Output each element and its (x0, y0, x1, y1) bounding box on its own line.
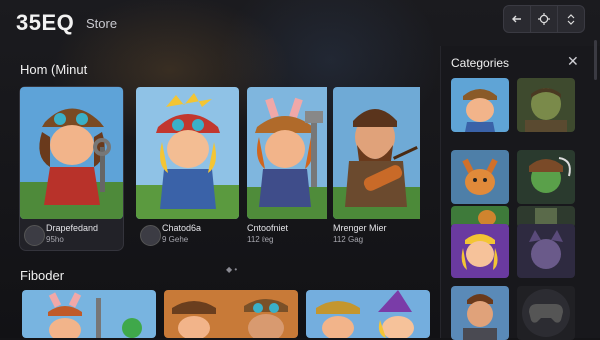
category-tile[interactable] (517, 150, 575, 204)
game-cover-image (136, 87, 239, 219)
game-title: Drapefedand (46, 223, 99, 233)
back-arrow-icon[interactable] (504, 6, 531, 32)
game-subtitle: 112 Gag (333, 235, 364, 244)
toolbar-group (503, 5, 585, 33)
game-subtitle: 112 ℓeg (247, 235, 274, 244)
section-title-featured: Hom (Minut (20, 62, 88, 77)
panel-scrollbar[interactable] (594, 40, 597, 80)
close-icon[interactable]: ✕ (567, 53, 579, 70)
top-bar: 35EQ Store (0, 0, 600, 46)
category-tile[interactable] (517, 286, 575, 340)
game-title: Chatod6a (162, 223, 202, 233)
categories-panel: Categories ✕ (441, 46, 600, 340)
category-tile[interactable] (517, 224, 575, 278)
publisher-avatar (24, 225, 45, 246)
game-title: Mrenger Mier (333, 223, 387, 233)
chevron-icon[interactable] (558, 6, 584, 32)
store-label: Store (86, 16, 118, 31)
game-card[interactable] (306, 290, 430, 338)
category-tile[interactable] (451, 286, 509, 340)
game-cover-image (20, 87, 123, 219)
publisher-avatar (140, 225, 161, 246)
category-tile[interactable] (451, 150, 509, 204)
section-title-second: Fiboder (20, 268, 65, 283)
app-logo[interactable]: 35EQ (16, 10, 74, 36)
game-card[interactable] (164, 290, 298, 338)
category-tile[interactable] (451, 224, 509, 278)
game-card[interactable] (22, 290, 156, 338)
game-title: Cntoofniet (247, 223, 289, 233)
game-subtitle: 9 Gehe (162, 235, 189, 244)
categories-title: Categories (451, 56, 510, 70)
game-card[interactable]: Chatod6a 9 Gehe (136, 87, 239, 250)
target-icon[interactable] (531, 6, 558, 32)
game-subtitle: 95ho (46, 235, 64, 244)
category-tile[interactable] (451, 78, 509, 132)
game-card[interactable]: Mrenger Mier 112 Gag (333, 87, 436, 250)
game-card[interactable]: Drapefedand 95ho (20, 87, 123, 250)
category-tile[interactable] (517, 78, 575, 132)
game-cover-image (333, 87, 436, 219)
carousel-pager[interactable]: ◆ • (226, 265, 237, 274)
